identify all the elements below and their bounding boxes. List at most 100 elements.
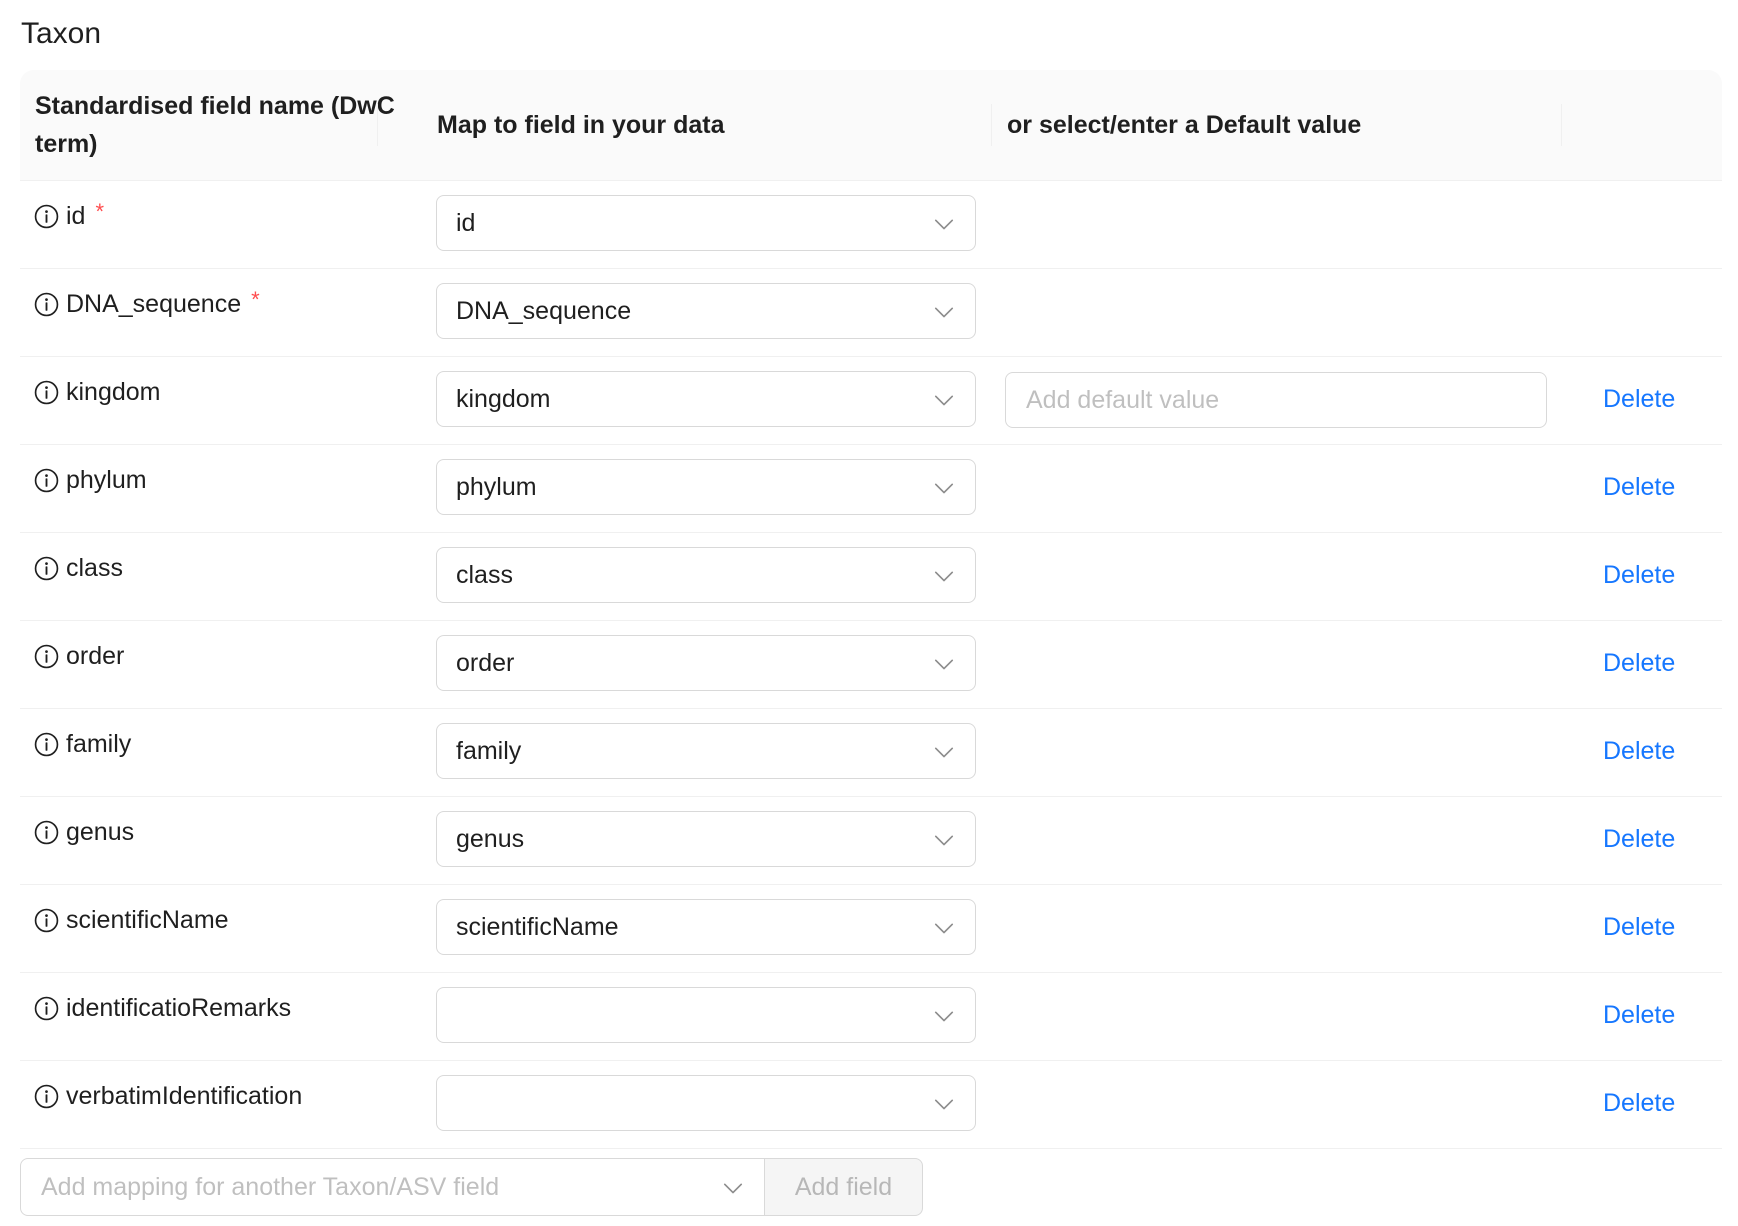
chevron-down-icon <box>934 747 954 758</box>
table-row: kingdom kingdom Delete <box>20 357 1722 445</box>
map-field-select[interactable]: class <box>436 547 976 603</box>
taxon-mapping-table: Standardised field name (DwC term) Map t… <box>20 70 1722 1149</box>
map-field-value: class <box>456 561 513 589</box>
default-value-input[interactable] <box>1005 372 1547 428</box>
field-name-cell: phylum <box>34 463 147 497</box>
table-row: genus genus Delete <box>20 797 1722 885</box>
delete-button[interactable]: Delete <box>1603 1085 1675 1121</box>
info-circle-icon[interactable] <box>34 908 59 933</box>
map-field-value: order <box>456 649 515 677</box>
table-header: Standardised field name (DwC term) Map t… <box>20 70 1722 181</box>
field-name-label: DNA_sequence <box>66 290 242 318</box>
table-row: family family Delete <box>20 709 1722 797</box>
table-row: scientificName scientificName Delete <box>20 885 1722 973</box>
field-name-label: scientificName <box>66 906 229 934</box>
field-name-label: class <box>66 554 123 582</box>
field-name-label: phylum <box>66 466 147 494</box>
info-circle-icon[interactable] <box>34 644 59 669</box>
chevron-down-icon <box>934 483 954 494</box>
info-circle-icon[interactable] <box>34 556 59 581</box>
info-circle-icon[interactable] <box>34 732 59 757</box>
map-field-select[interactable]: scientificName <box>436 899 976 955</box>
add-field-button[interactable]: Add field <box>765 1158 923 1216</box>
chevron-down-icon <box>934 1099 954 1110</box>
field-name-cell: kingdom <box>34 375 161 409</box>
info-circle-icon[interactable] <box>34 380 59 405</box>
map-field-select[interactable]: DNA_sequence <box>436 283 976 339</box>
map-field-value: family <box>456 737 522 765</box>
map-field-select[interactable]: family <box>436 723 976 779</box>
map-field-value: scientificName <box>456 913 619 941</box>
info-circle-icon[interactable] <box>34 204 59 229</box>
field-name-cell: order <box>34 639 124 673</box>
map-field-value: phylum <box>456 473 537 501</box>
chevron-down-icon <box>934 219 954 230</box>
field-name-cell: identificatioRemarks <box>34 991 291 1025</box>
delete-button[interactable]: Delete <box>1603 997 1675 1033</box>
info-circle-icon[interactable] <box>34 292 59 317</box>
map-field-select[interactable]: kingdom <box>436 371 976 427</box>
map-field-select[interactable]: order <box>436 635 976 691</box>
info-circle-icon[interactable] <box>34 468 59 493</box>
delete-button[interactable]: Delete <box>1603 909 1675 945</box>
field-name-cell: class <box>34 551 123 585</box>
chevron-down-icon <box>723 1183 743 1194</box>
section-title: Taxon <box>21 17 102 50</box>
map-field-value: DNA_sequence <box>456 297 632 325</box>
field-name-label: id <box>66 202 86 230</box>
delete-button[interactable]: Delete <box>1603 733 1675 769</box>
table-body: id * id DNA_sequence * DNA_sequence kingdom kin… <box>20 181 1722 1149</box>
delete-button[interactable]: Delete <box>1603 469 1675 505</box>
map-field-select[interactable]: phylum <box>436 459 976 515</box>
delete-button[interactable]: Delete <box>1603 557 1675 593</box>
required-marker: * <box>251 287 260 312</box>
required-marker: * <box>95 199 105 224</box>
delete-button[interactable]: Delete <box>1603 381 1675 417</box>
header-separator <box>991 104 992 146</box>
info-circle-icon[interactable] <box>34 996 59 1021</box>
field-name-cell: family <box>34 727 131 761</box>
field-name-label: kingdom <box>66 378 161 406</box>
field-name-cell: id * <box>34 199 104 233</box>
table-row: id * id <box>20 181 1722 269</box>
field-name-label: verbatimIdentification <box>66 1082 303 1110</box>
table-row: phylum phylum Delete <box>20 445 1722 533</box>
header-field-name: Standardised field name (DwC term) <box>35 92 395 158</box>
field-name-cell: DNA_sequence * <box>34 287 260 321</box>
header-separator <box>377 104 378 146</box>
map-field-select[interactable] <box>436 1075 976 1131</box>
map-field-value: kingdom <box>456 385 551 413</box>
field-name-label: order <box>66 642 125 670</box>
info-circle-icon[interactable] <box>34 1084 59 1109</box>
add-mapping-placeholder: Add mapping for another Taxon/ASV field <box>41 1173 500 1201</box>
field-name-label: genus <box>66 818 135 846</box>
table-row: order order Delete <box>20 621 1722 709</box>
field-name-label: identificatioRemarks <box>66 994 292 1022</box>
table-row: identificatioRemarks Delete <box>20 973 1722 1061</box>
field-name-cell: scientificName <box>34 903 229 937</box>
info-circle-icon[interactable] <box>34 820 59 845</box>
add-mapping-row: Add mapping for another Taxon/ASV field … <box>20 1158 923 1216</box>
map-field-select[interactable]: genus <box>436 811 976 867</box>
map-field-value: genus <box>456 825 525 853</box>
chevron-down-icon <box>934 659 954 670</box>
chevron-down-icon <box>934 1011 954 1022</box>
chevron-down-icon <box>934 395 954 406</box>
delete-button[interactable]: Delete <box>1603 821 1675 857</box>
add-mapping-select[interactable]: Add mapping for another Taxon/ASV field <box>20 1158 765 1216</box>
field-name-cell: verbatimIdentification <box>34 1079 302 1113</box>
table-row: DNA_sequence * DNA_sequence <box>20 269 1722 357</box>
header-map-to: Map to field in your data <box>437 111 725 139</box>
header-separator <box>1561 104 1562 146</box>
table-row: class class Delete <box>20 533 1722 621</box>
chevron-down-icon <box>934 923 954 934</box>
field-name-label: family <box>66 730 132 758</box>
map-field-select[interactable] <box>436 987 976 1043</box>
chevron-down-icon <box>934 571 954 582</box>
table-row: verbatimIdentification Delete <box>20 1061 1722 1149</box>
field-name-cell: genus <box>34 815 134 849</box>
map-field-value: id <box>456 209 476 237</box>
map-field-select[interactable]: id <box>436 195 976 251</box>
chevron-down-icon <box>934 307 954 318</box>
delete-button[interactable]: Delete <box>1603 645 1675 681</box>
